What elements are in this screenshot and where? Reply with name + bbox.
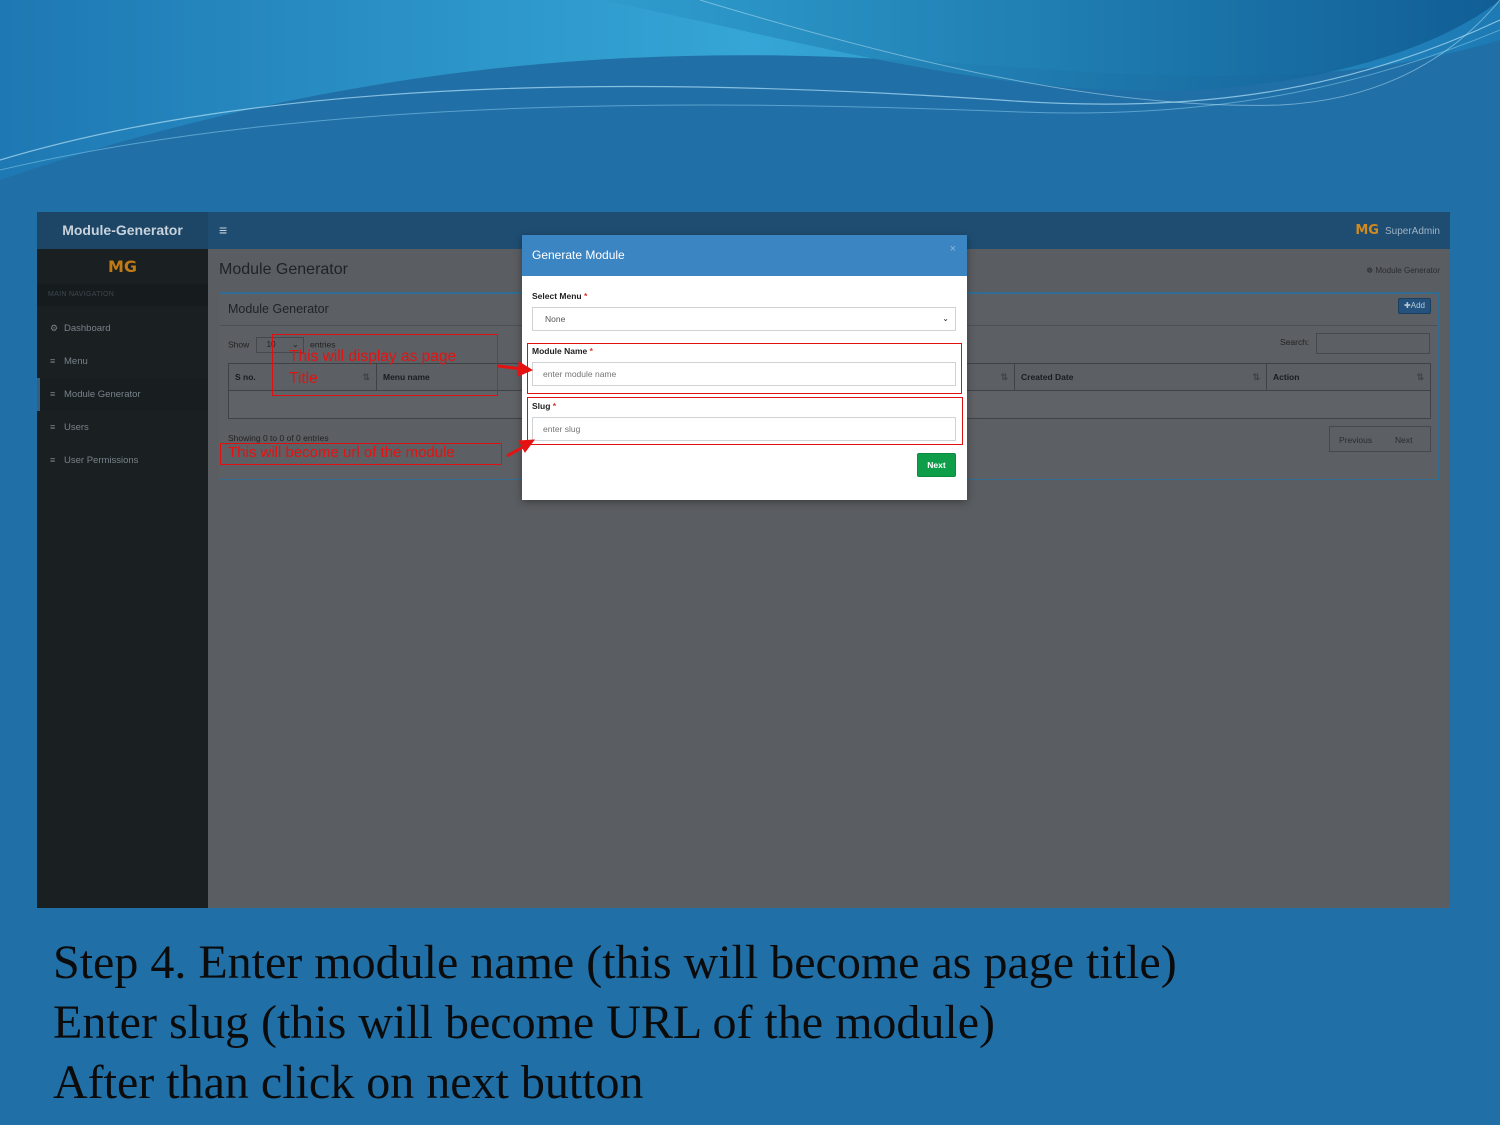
show-label: Show [228, 339, 250, 350]
breadcrumb-icon: ☸ [1366, 266, 1376, 275]
dashboard-icon: ⚙ [50, 323, 59, 333]
brand-logo[interactable]: Module-Generator [37, 212, 208, 249]
sidebar-item-label: Dashboard [64, 323, 111, 334]
plus-icon: ✚ [1404, 301, 1411, 310]
user-menu[interactable]: MG SuperAdmin [1355, 212, 1440, 249]
sidebar-nav-header: MAIN NAVIGATION [37, 284, 208, 306]
add-button[interactable]: ✚Add [1398, 298, 1431, 314]
search-label: Search: [1280, 337, 1310, 347]
pagination-next[interactable]: Next [1395, 427, 1412, 453]
annotation-line: Title [289, 370, 318, 387]
sidebar-item-label: Menu [64, 356, 88, 367]
add-button-label: Add [1410, 301, 1425, 310]
caption-line-2: Enter slug (this will become URL of the … [53, 996, 996, 1049]
menu-icon: ≡ [50, 455, 56, 465]
sidebar-item-label: Users [64, 422, 89, 433]
table-info: Showing 0 to 0 of 0 entries [228, 433, 329, 443]
user-name: SuperAdmin [1384, 226, 1440, 237]
column-header-action[interactable]: Action ⇅ [1267, 364, 1430, 390]
menu-icon: ≡ [50, 389, 56, 399]
sidebar-item-dashboard[interactable]: ⚙ Dashboard [37, 312, 208, 345]
sidebar-item-label: User Permissions [64, 455, 139, 466]
annotation-box-slug [527, 397, 963, 445]
user-avatar: MG [1355, 223, 1379, 238]
breadcrumb: ☸ Module Generator [1366, 266, 1440, 275]
close-icon[interactable]: × [950, 243, 956, 255]
next-button[interactable]: Next [917, 453, 956, 477]
menu-icon: ≡ [50, 356, 56, 366]
annotation-line: This will display as page [289, 348, 457, 365]
annotation-box-module-name [527, 343, 962, 394]
column-label: Created Date [1021, 372, 1074, 382]
sidebar-item-user-permissions[interactable]: ≡ User Permissions [37, 444, 208, 477]
page-title: Module Generator [219, 261, 348, 278]
sidebar-toggle-icon[interactable]: ≡ [219, 212, 227, 249]
annotation-title-note: This will display as page Title [289, 346, 456, 390]
sidebar-item-label: Module Generator [64, 389, 141, 400]
sidebar: MG MAIN NAVIGATION ⚙ Dashboard ≡ Menu ≡ Mod… [37, 249, 208, 908]
select-menu-label: Select Menu * [532, 291, 587, 301]
sort-icon: ⇅ [1416, 372, 1424, 382]
select-menu-dropdown[interactable]: None ⌄ [532, 307, 956, 331]
pagination: Previous Next [1329, 426, 1431, 452]
sort-icon: ⇅ [1252, 372, 1260, 382]
sort-icon: ⇅ [1000, 372, 1008, 382]
column-label: S no. [235, 372, 256, 382]
label-text: Select Menu [532, 291, 582, 301]
sidebar-logo: MG [37, 249, 208, 284]
required-mark: * [583, 291, 588, 301]
select-menu-value: None [545, 314, 566, 324]
chevron-down-icon: ⌄ [942, 314, 949, 323]
annotation-url-note: This will become url of the module [228, 444, 455, 461]
sidebar-item-users[interactable]: ≡ Users [37, 411, 208, 444]
modal-title: Generate Module [522, 235, 967, 276]
column-header-created-date[interactable]: Created Date ⇅ [1015, 364, 1267, 390]
caption-line-1: Step 4. Enter module name (this will bec… [53, 936, 1177, 989]
slide-caption: Step 4. Enter module name (this will bec… [53, 933, 1473, 1113]
sidebar-item-menu[interactable]: ≡ Menu [37, 345, 208, 378]
breadcrumb-label[interactable]: Module Generator [1376, 266, 1440, 275]
sidebar-item-module-generator[interactable]: ≡ Module Generator [37, 378, 208, 411]
menu-icon: ≡ [50, 422, 56, 432]
search-input[interactable] [1316, 333, 1430, 354]
column-label: Action [1273, 372, 1300, 382]
pagination-previous[interactable]: Previous [1339, 427, 1372, 453]
caption-line-3: After than click on next button [53, 1056, 644, 1109]
box-title: Module Generator [228, 302, 329, 316]
